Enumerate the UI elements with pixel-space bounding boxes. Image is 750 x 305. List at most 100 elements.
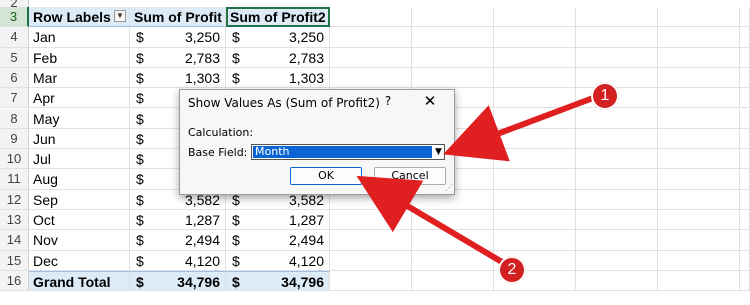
empty-cell[interactable] [740,250,750,271]
value-cell[interactable]: Sum of Profit [130,7,226,28]
empty-cell[interactable] [658,189,740,210]
empty-cell[interactable] [658,47,740,68]
row-label-cell[interactable]: Grand Total [29,270,130,292]
value-cell[interactable]: $4,120 [226,250,330,271]
close-icon[interactable]: ✕ [420,93,440,111]
empty-cell[interactable] [412,270,494,292]
row-header[interactable]: 14 [0,230,29,251]
empty-cell[interactable] [576,47,658,68]
row-label-cell[interactable]: Row Labels ▼ [29,7,130,28]
empty-cell[interactable] [330,250,412,271]
value-cell[interactable]: $1,287 [226,210,330,231]
empty-cell[interactable] [576,169,658,190]
dropdown-filter-icon[interactable]: ▼ [114,10,126,22]
empty-cell[interactable] [658,250,740,271]
empty-cell[interactable] [494,47,576,68]
empty-cell[interactable] [658,27,740,48]
empty-cell[interactable] [494,128,576,150]
row-label-cell[interactable]: Aug [29,169,130,190]
empty-cell[interactable] [412,27,494,48]
empty-cell[interactable] [330,230,412,251]
row-header[interactable]: 13 [0,210,29,231]
empty-cell[interactable] [740,108,750,129]
row-label-cell[interactable]: Apr [29,88,130,109]
empty-cell[interactable] [576,67,658,89]
empty-cell[interactable] [330,7,412,28]
empty-cell[interactable] [412,47,494,68]
empty-cell[interactable] [412,230,494,251]
empty-cell[interactable] [330,67,412,89]
empty-cell[interactable] [740,169,750,190]
row-label-cell[interactable]: Jun [29,128,130,150]
empty-cell[interactable] [412,7,494,28]
value-cell[interactable]: Sum of Profit2 [226,7,330,28]
empty-cell[interactable] [494,67,576,89]
empty-cell[interactable] [494,88,576,109]
chevron-down-icon[interactable]: ▼ [433,145,444,159]
row-header[interactable]: 12 [0,189,29,210]
row-label-cell[interactable]: Dec [29,250,130,271]
empty-cell[interactable] [412,250,494,271]
empty-cell[interactable] [740,88,750,109]
row-label-cell[interactable]: Nov [29,230,130,251]
row-header[interactable]: 3 [0,7,29,28]
value-cell[interactable]: $34,796 [226,270,330,292]
empty-cell[interactable] [740,47,750,68]
base-field-select[interactable]: Month ▼ [251,144,445,160]
row-header[interactable]: 16 [0,270,29,292]
empty-cell[interactable] [576,128,658,150]
value-cell[interactable]: $2,783 [226,47,330,68]
empty-cell[interactable] [494,108,576,129]
empty-cell[interactable] [740,270,750,292]
empty-cell[interactable] [412,67,494,89]
empty-cell[interactable] [494,189,576,210]
empty-cell[interactable] [494,149,576,170]
empty-cell[interactable] [740,149,750,170]
row-label-cell[interactable]: Jan [29,27,130,48]
empty-cell[interactable] [330,47,412,68]
empty-cell[interactable] [494,27,576,48]
empty-cell[interactable] [412,210,494,231]
row-label-cell[interactable]: Mar [29,67,130,89]
value-cell[interactable]: $2,494 [130,230,226,251]
empty-cell[interactable] [658,270,740,292]
empty-cell[interactable] [658,108,740,129]
empty-cell[interactable] [658,230,740,251]
empty-cell[interactable] [576,230,658,251]
empty-cell[interactable] [494,7,576,28]
row-label-cell[interactable]: Feb [29,47,130,68]
empty-cell[interactable] [576,189,658,210]
empty-cell[interactable] [494,169,576,190]
value-cell[interactable]: $2,494 [226,230,330,251]
empty-cell[interactable] [740,210,750,231]
row-label-cell[interactable]: May [29,108,130,129]
empty-cell[interactable] [576,108,658,129]
empty-cell[interactable] [740,27,750,48]
empty-cell[interactable] [740,128,750,150]
row-header[interactable]: 15 [0,250,29,271]
empty-cell[interactable] [576,7,658,28]
empty-cell[interactable] [658,210,740,231]
value-cell[interactable]: $1,303 [226,67,330,89]
empty-cell[interactable] [658,67,740,89]
empty-cell[interactable] [740,67,750,89]
empty-cell[interactable] [658,149,740,170]
row-header[interactable]: 11 [0,169,29,190]
row-label-cell[interactable]: Sep [29,189,130,210]
row-header[interactable]: 8 [0,108,29,129]
row-header[interactable]: 10 [0,149,29,170]
empty-cell[interactable] [494,210,576,231]
empty-cell[interactable] [658,169,740,190]
value-cell[interactable]: $1,303 [130,67,226,89]
empty-cell[interactable] [658,7,740,28]
empty-cell[interactable] [740,7,750,28]
row-header[interactable]: 4 [0,27,29,48]
empty-cell[interactable] [576,250,658,271]
value-cell[interactable]: $1,287 [130,210,226,231]
empty-cell[interactable] [330,270,412,292]
empty-cell[interactable] [658,128,740,150]
empty-cell[interactable] [576,210,658,231]
resize-grip-icon[interactable]: ⋰ [445,183,453,192]
row-header[interactable]: 6 [0,67,29,89]
empty-cell[interactable] [494,230,576,251]
